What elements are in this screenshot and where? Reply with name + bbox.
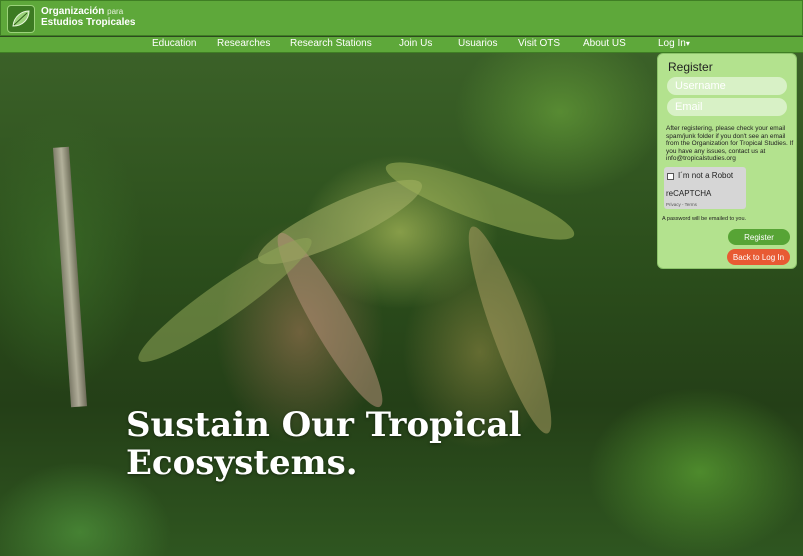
nav-item-about-us[interactable]: About US [583, 38, 626, 49]
nav-item-research-stations[interactable]: Research Stations [290, 38, 372, 49]
main-nav: Education Researches Research Stations J… [0, 37, 803, 53]
captcha-checkbox[interactable] [667, 173, 674, 180]
palm-frond [128, 225, 322, 375]
email-field[interactable] [667, 98, 787, 116]
brand-name[interactable]: Organización para Estudios Tropicales [41, 6, 135, 28]
recaptcha-widget: I´m not a Robot reCAPTCHA Privacy - Term… [664, 167, 746, 209]
brand-line1: Organización [41, 6, 105, 17]
headline-line2: Ecosystems. [126, 443, 358, 483]
nav-item-researches[interactable]: Researches [217, 38, 270, 49]
register-note: After registering, please check your ema… [666, 125, 794, 162]
nav-item-visit-ots[interactable]: Visit OTS [518, 38, 560, 49]
register-button[interactable]: Register [728, 229, 790, 245]
register-title: Register [668, 60, 713, 74]
captcha-terms-link[interactable]: Privacy - Terms [666, 202, 697, 207]
nav-item-usuarios[interactable]: Usuarios [458, 38, 497, 49]
hero-headline: Sustain Our Tropical Ecosystems. [126, 406, 526, 482]
leaf-logo-icon[interactable] [7, 5, 35, 33]
password-note: A password will be emailed to you. [662, 216, 747, 222]
log-in-label: Log In [658, 38, 686, 49]
nav-item-log-in[interactable]: Log In▾ [658, 38, 690, 49]
register-panel: Register After registering, please check… [657, 53, 797, 269]
top-header: Organización para Estudios Tropicales [0, 0, 803, 36]
brand-line2: Estudios Tropicales [41, 17, 136, 28]
nav-item-education[interactable]: Education [152, 38, 196, 49]
headline-line1: Sustain Our Tropical [126, 405, 522, 445]
tree-trunk [52, 146, 88, 408]
username-field[interactable] [667, 77, 787, 95]
captcha-label: I´m not a Robot [678, 171, 734, 180]
brand-line1-small: para [107, 7, 124, 16]
captcha-brand: reCAPTCHA [666, 189, 712, 198]
leaf-logo-svg [12, 10, 30, 27]
back-to-login-button[interactable]: Back to Log In [727, 249, 790, 265]
chevron-down-icon: ▾ [685, 39, 690, 48]
nav-item-join-us[interactable]: Join Us [399, 38, 432, 49]
